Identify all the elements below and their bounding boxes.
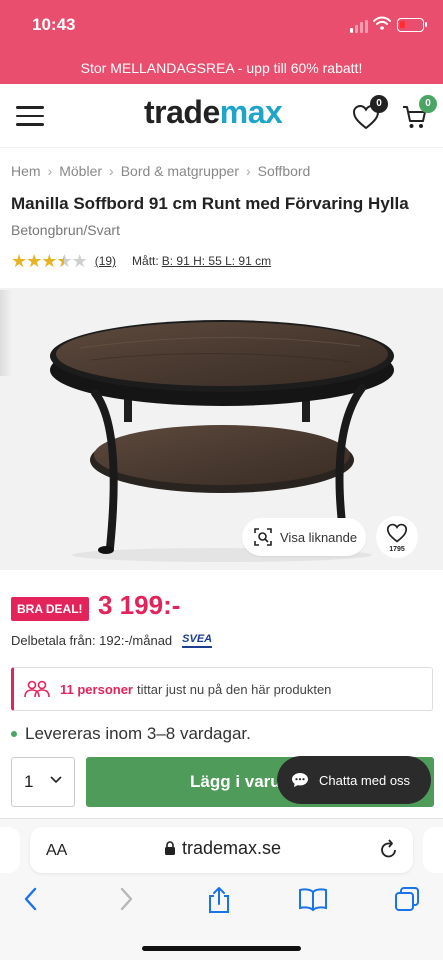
product-variant: Betongbrun/Svart: [11, 222, 120, 238]
heart-icon: [386, 523, 408, 543]
reload-icon[interactable]: [379, 838, 399, 860]
visual-search-icon: [254, 528, 272, 546]
promo-banner[interactable]: Stor MELLANDAGSREA - upp till 60% rabatt…: [0, 52, 443, 84]
chevron-right-icon: ›: [246, 163, 251, 179]
lock-icon: [165, 841, 175, 855]
status-time: 10:43: [32, 15, 76, 34]
chevron-right-icon: ›: [109, 163, 114, 179]
chat-label: Chatta med oss: [319, 772, 411, 788]
quantity-select[interactable]: 1: [11, 757, 75, 807]
viewers-text: tittar just nu på den här produkten: [137, 681, 332, 697]
url-text: trademax.se: [182, 838, 282, 858]
breadcrumb-item-mobler[interactable]: Möbler: [59, 163, 102, 179]
chevron-down-icon: [50, 776, 62, 784]
delivery-text: Levereras inom 3–8 vardagar.: [25, 724, 251, 743]
product-image[interactable]: [0, 288, 443, 570]
breadcrumb: Hem › Möbler › Bord & matgrupper › Soffbord: [11, 163, 310, 179]
previous-tab-edge[interactable]: [0, 827, 20, 873]
favorite-count: 1795: [389, 546, 405, 553]
logo-part1: trade: [144, 94, 220, 130]
rating-row: ★★★★★ (19) Mått: B: 91 H: 55 L: 91 cm: [11, 252, 271, 270]
dimensions-value[interactable]: B: 91 H: 55 L: 91 cm: [162, 254, 271, 268]
bookmarks-icon[interactable]: [298, 886, 328, 912]
rating-stars[interactable]: ★★★★★: [11, 252, 88, 270]
battery-icon: [397, 18, 427, 32]
back-arrow-icon[interactable]: [22, 886, 40, 912]
deal-badge: BRA DEAL!: [11, 597, 89, 621]
quantity-value: 1: [24, 772, 34, 791]
show-similar-label: Visa liknande: [280, 529, 358, 545]
wifi-icon: [373, 16, 391, 30]
wishlist-badge: 0: [370, 95, 388, 113]
product-title: Manilla Soffbord 91 cm Runt med Förvarin…: [11, 194, 409, 213]
text-size-button[interactable]: AA: [46, 842, 67, 860]
next-tab-edge[interactable]: [423, 827, 443, 873]
url-display[interactable]: trademax.se: [164, 838, 281, 859]
breadcrumb-item-hem[interactable]: Hem: [11, 163, 41, 179]
cart-badge: 0: [419, 95, 437, 113]
chevron-right-icon: ›: [47, 163, 53, 179]
forward-arrow-icon[interactable]: [117, 886, 135, 912]
home-indicator[interactable]: [142, 946, 301, 951]
menu-icon[interactable]: [16, 106, 44, 128]
delivery-info: Levereras inom 3–8 vardagar.: [11, 724, 251, 744]
installment-info: Delbetala från: 192:-/månad SVEA: [11, 633, 213, 648]
chat-button[interactable]: Chatta med oss: [277, 756, 431, 804]
status-bar: 10:43: [0, 0, 443, 52]
product-price: 3 199:-: [98, 590, 181, 620]
show-similar-button[interactable]: Visa liknande: [242, 518, 366, 556]
signal-icon: [350, 20, 368, 33]
svea-logo[interactable]: SVEA: [182, 633, 213, 648]
breadcrumb-item-bord[interactable]: Bord & matgrupper: [121, 163, 239, 179]
dimensions: Mått: B: 91 H: 55 L: 91 cm: [132, 254, 271, 268]
viewers-notice: 11 personer tittar just nu på den här pr…: [11, 667, 433, 711]
viewers-count: 11 personer: [60, 681, 133, 697]
coffee-table-image: [50, 320, 394, 562]
tabs-icon[interactable]: [394, 886, 420, 912]
carousel-edge: [0, 290, 12, 376]
chat-bubble-icon: [292, 773, 308, 787]
dimensions-label: Mått:: [132, 254, 159, 268]
logo-part2: max: [219, 94, 283, 130]
breadcrumb-item-soffbord[interactable]: Soffbord: [258, 163, 311, 179]
delivery-status-dot: [11, 731, 17, 737]
people-icon: [24, 680, 50, 698]
share-icon[interactable]: [206, 886, 232, 914]
site-header: trademax 0 0: [0, 84, 443, 148]
review-count-link[interactable]: (19): [95, 254, 116, 268]
installment-text: Delbetala från: 192:-/månad: [11, 633, 173, 648]
logo[interactable]: trademax: [144, 94, 283, 131]
